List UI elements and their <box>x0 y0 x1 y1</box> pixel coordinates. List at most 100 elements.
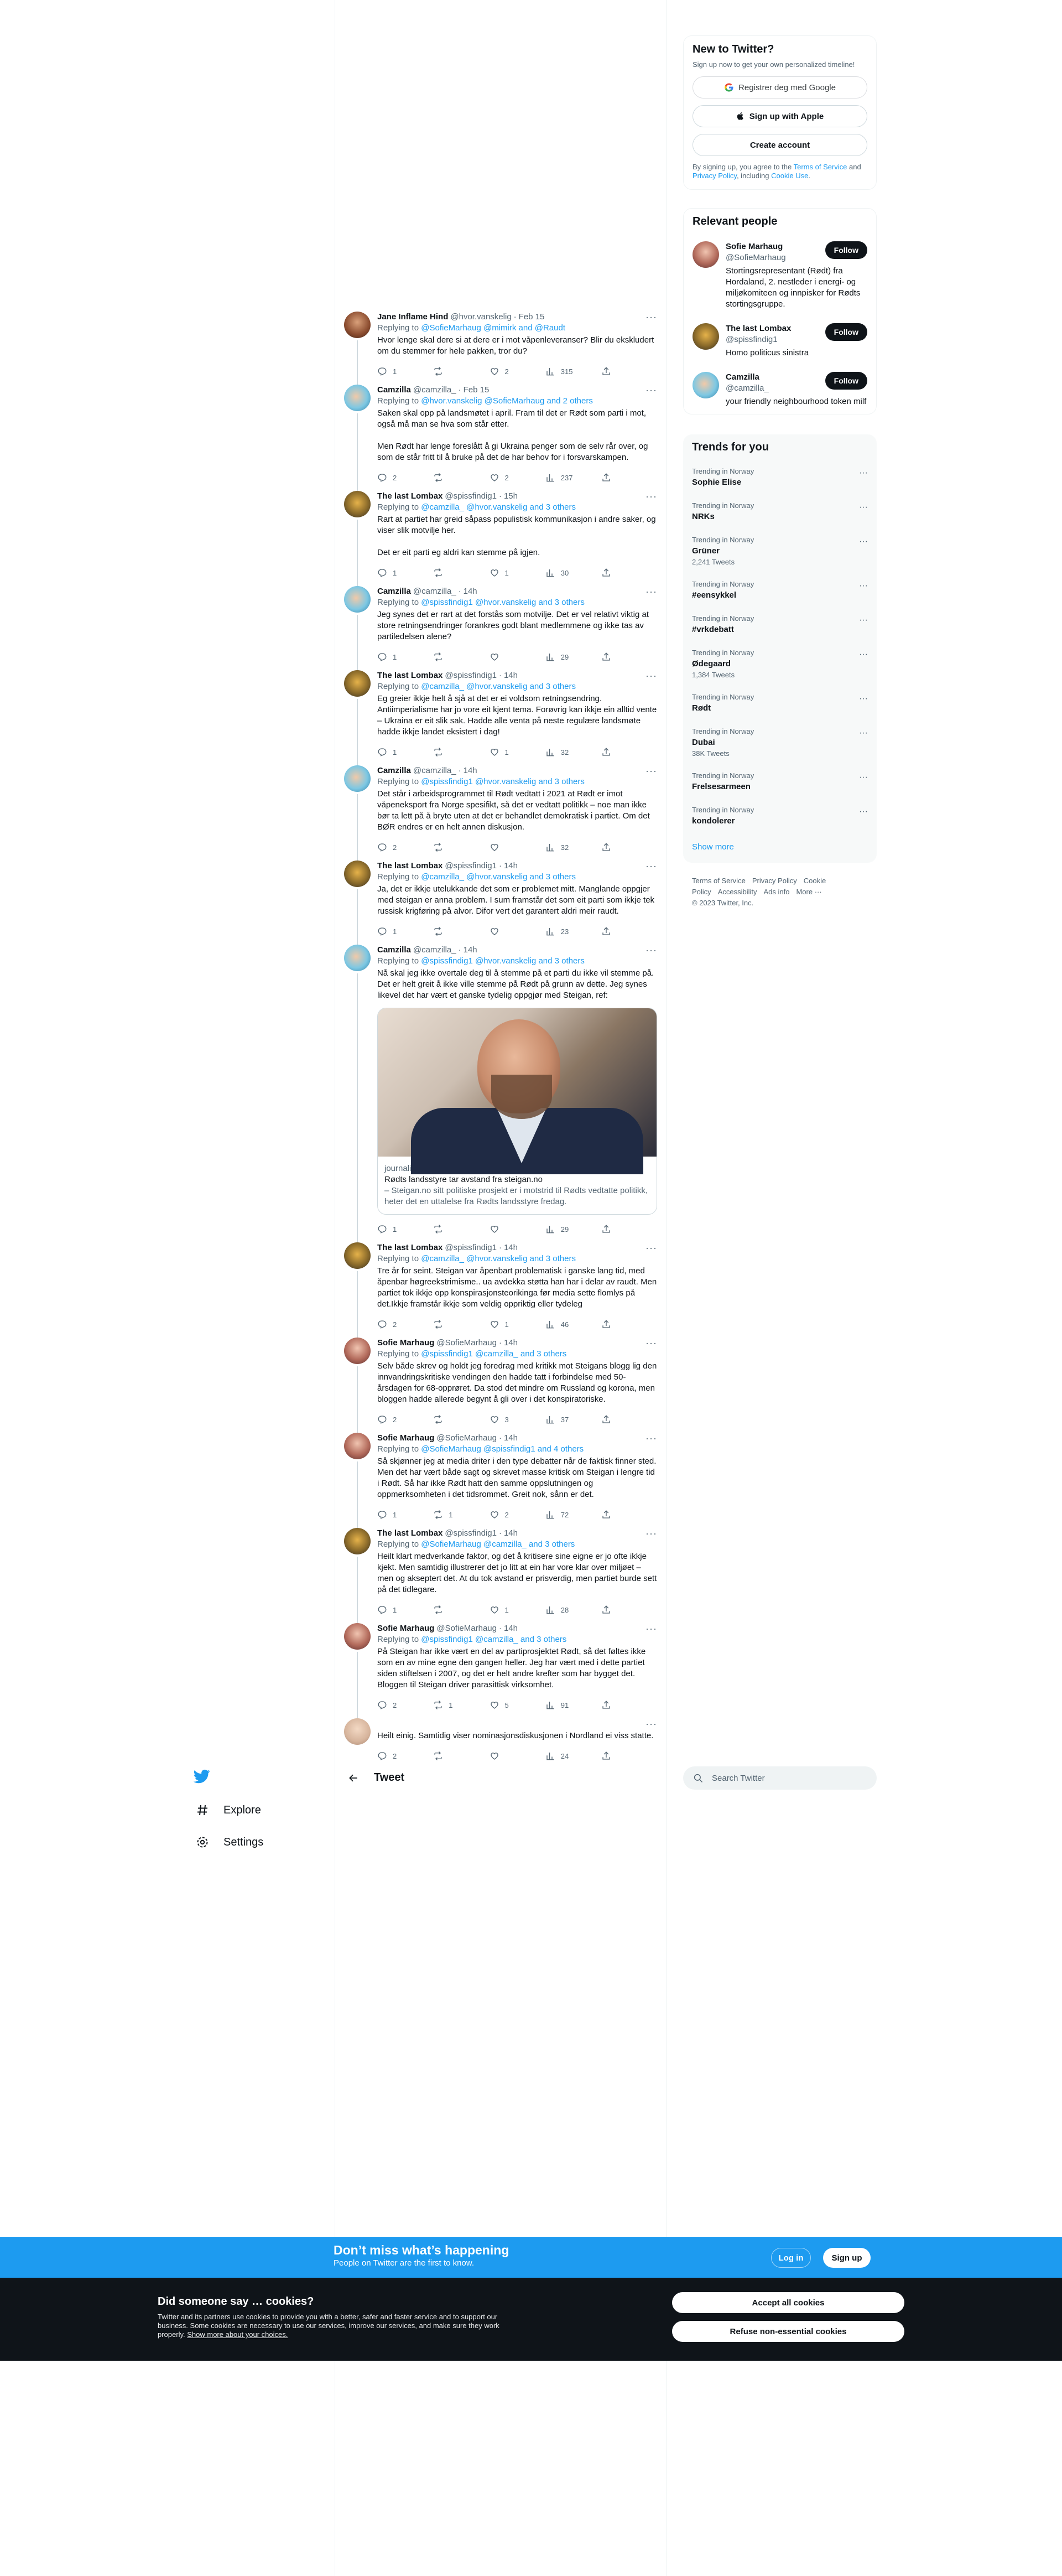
like-button[interactable]: 1 <box>490 568 523 578</box>
share-button[interactable] <box>601 1414 612 1424</box>
replying-to-mentions[interactable]: @hvor.vanskelig @SofieMarhaug and 2 othe… <box>421 396 593 406</box>
retweet-button[interactable]: 1 <box>433 1510 466 1520</box>
author-name[interactable]: The last Lombax <box>377 861 442 872</box>
like-button[interactable]: 1 <box>490 747 523 757</box>
author-handle[interactable]: @SofieMarhaug <box>436 1338 497 1349</box>
more-options-icon[interactable]: ··· <box>645 1338 657 1349</box>
footer-link[interactable]: Ads info <box>763 888 789 896</box>
replying-to-mentions[interactable]: @spissfindig1 @hvor.vanskelig and 3 othe… <box>421 956 585 966</box>
author-name[interactable]: Camzilla <box>377 385 411 396</box>
follow-button[interactable]: Follow <box>825 241 867 259</box>
share-button[interactable] <box>601 366 612 376</box>
avatar[interactable] <box>693 323 719 350</box>
reply-button[interactable]: 1 <box>377 1510 410 1520</box>
more-options-icon[interactable]: ··· <box>859 468 868 478</box>
tweet[interactable]: Camzilla @camzilla_ · 14h ··· Replying to @sp… <box>335 940 666 1242</box>
tweet[interactable]: Camzilla @camzilla_ · Feb 15 ··· Replying to … <box>335 380 666 491</box>
tweet-time[interactable]: 14h <box>504 1528 518 1539</box>
avatar[interactable] <box>693 241 719 268</box>
tweet-time[interactable]: 14h <box>504 1242 518 1253</box>
footer-link[interactable]: Terms of Service <box>692 877 746 885</box>
replying-to-mentions[interactable]: @spissfindig1 @camzilla_ and 3 others <box>421 1635 566 1644</box>
share-button[interactable] <box>601 926 612 936</box>
tweet-time[interactable]: 14h <box>464 945 477 956</box>
person-name[interactable]: The last Lombax <box>726 323 819 334</box>
follow-button[interactable]: Follow <box>825 323 867 341</box>
like-button[interactable]: 2 <box>490 473 523 483</box>
avatar[interactable] <box>344 491 371 517</box>
author-handle[interactable]: @camzilla_ <box>413 385 456 396</box>
apple-signup-button[interactable]: Sign up with Apple <box>693 105 867 127</box>
author-name[interactable]: Camzilla <box>377 586 411 597</box>
more-options-icon[interactable]: ··· <box>645 945 657 956</box>
author-handle[interactable]: @spissfindig1 <box>445 491 497 502</box>
replying-to-mentions[interactable]: @spissfindig1 @camzilla_ and 3 others <box>421 1349 566 1359</box>
author-name[interactable]: Sofie Marhaug <box>377 1338 434 1349</box>
replying-to-mentions[interactable]: @camzilla_ @hvor.vanskelig and 3 others <box>421 502 576 512</box>
footer-link[interactable]: More ··· <box>796 888 821 896</box>
trend-item[interactable]: Trending in Norway Grüner 2,241 Tweets ··· <box>683 529 877 573</box>
like-button[interactable] <box>490 1751 523 1761</box>
author-name[interactable]: The last Lombax <box>377 1528 442 1539</box>
author-name[interactable]: The last Lombax <box>377 1242 442 1253</box>
google-signup-button[interactable]: Registrer deg med Google <box>693 76 867 99</box>
trend-item[interactable]: Trending in Norway Frelsesarmeen ··· <box>683 765 877 799</box>
cookie-choices-link[interactable]: Show more about your choices. <box>187 2330 288 2339</box>
search-input[interactable]: Search Twitter <box>683 1766 877 1790</box>
author-handle[interactable]: @camzilla_ <box>413 586 456 597</box>
views-button[interactable]: 23 <box>545 926 579 936</box>
create-account-button[interactable]: Create account <box>693 134 867 156</box>
reply-button[interactable]: 1 <box>377 1224 410 1234</box>
retweet-button[interactable] <box>433 366 466 376</box>
tweet-time[interactable]: Feb 15 <box>519 312 545 323</box>
views-button[interactable]: 237 <box>545 473 579 483</box>
retweet-button[interactable] <box>433 1605 466 1615</box>
signup-button[interactable]: Sign up <box>823 2248 871 2268</box>
more-options-icon[interactable]: ··· <box>859 650 868 660</box>
trend-item[interactable]: Trending in Norway #eensykkel ··· <box>683 573 877 608</box>
more-options-icon[interactable]: ··· <box>859 728 868 738</box>
avatar[interactable] <box>344 765 371 792</box>
retweet-button[interactable] <box>433 652 466 662</box>
like-button[interactable] <box>490 842 523 852</box>
tweet-time[interactable]: 14h <box>504 1433 518 1444</box>
twitter-logo-icon[interactable] <box>194 1765 216 1787</box>
more-options-icon[interactable]: ··· <box>645 1433 657 1444</box>
author-handle[interactable]: @spissfindig1 <box>445 861 497 872</box>
retweet-button[interactable] <box>433 926 466 936</box>
like-button[interactable] <box>490 652 523 662</box>
reply-button[interactable]: 1 <box>377 926 410 936</box>
nav-settings[interactable]: Settings <box>188 1826 332 1858</box>
avatar[interactable] <box>344 586 371 613</box>
like-button[interactable]: 2 <box>490 1510 523 1520</box>
replying-to-mentions[interactable]: @spissfindig1 @hvor.vanskelig and 3 othe… <box>421 598 585 607</box>
avatar[interactable] <box>344 1338 371 1364</box>
avatar[interactable] <box>344 1718 371 1745</box>
views-button[interactable]: 29 <box>545 652 579 662</box>
more-options-icon[interactable]: ··· <box>645 670 657 681</box>
replying-to-mentions[interactable]: @camzilla_ @hvor.vanskelig and 3 others <box>421 1254 576 1263</box>
more-options-icon[interactable]: ··· <box>645 1718 657 1729</box>
avatar[interactable] <box>344 670 371 697</box>
nav-explore[interactable]: Explore <box>188 1794 332 1826</box>
retweet-button[interactable] <box>433 747 466 757</box>
author-name[interactable]: The last Lombax <box>377 491 442 502</box>
author-handle[interactable]: @spissfindig1 <box>445 670 497 681</box>
tweet-time[interactable]: 14h <box>464 586 477 597</box>
privacy-link[interactable]: Privacy Policy <box>693 172 737 180</box>
more-options-icon[interactable]: ··· <box>645 586 657 597</box>
retweet-button[interactable] <box>433 1224 466 1234</box>
author-name[interactable]: Jane Inflame Hind <box>377 312 448 323</box>
share-button[interactable] <box>601 1700 612 1710</box>
avatar[interactable] <box>344 1528 371 1554</box>
views-button[interactable]: 29 <box>545 1224 579 1234</box>
like-button[interactable]: 5 <box>490 1700 523 1710</box>
more-options-icon[interactable]: ··· <box>645 491 657 502</box>
more-options-icon[interactable]: ··· <box>645 765 657 776</box>
views-button[interactable]: 24 <box>545 1751 579 1761</box>
avatar[interactable] <box>344 861 371 887</box>
link-preview-card[interactable]: journalisten.noRødts landsstyre tar avst… <box>377 1008 657 1215</box>
trend-item[interactable]: Trending in Norway NRKs ··· <box>683 495 877 529</box>
more-options-icon[interactable]: ··· <box>859 807 868 817</box>
tweet-time[interactable]: 14h <box>464 765 477 776</box>
